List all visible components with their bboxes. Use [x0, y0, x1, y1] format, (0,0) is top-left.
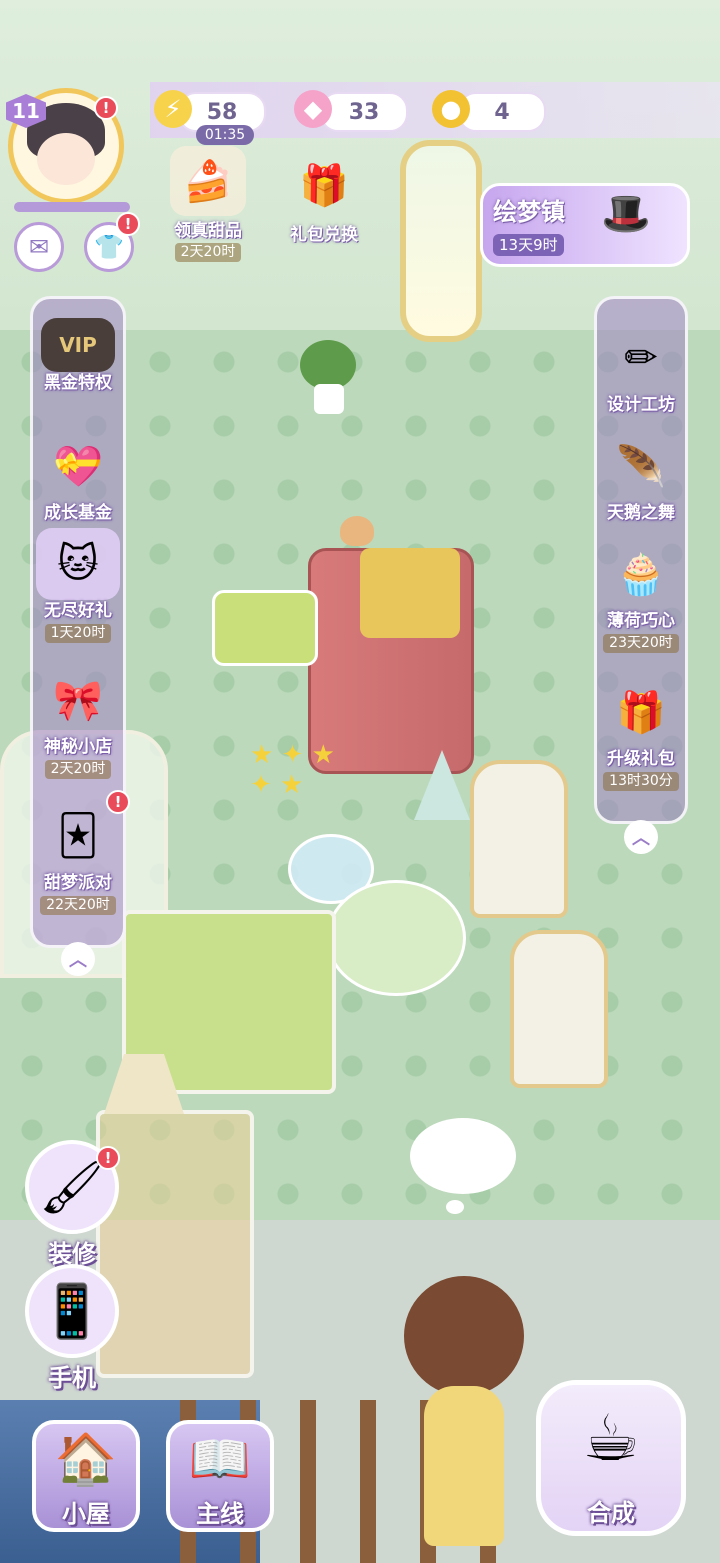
event-gift-label: 礼包兑换 [290, 225, 358, 245]
main-quest-label: 主线 [196, 1500, 244, 1528]
mint-chocolate-label: 薄荷巧心 [607, 611, 675, 631]
teacup-icon: ☕ [582, 1402, 640, 1476]
endless-gift-timer: 1天20时 [44, 624, 112, 643]
energy-timer: 01:35 [196, 125, 254, 145]
phone-label: 手机 [48, 1364, 96, 1392]
sweet-dream-party[interactable]: 🃏 甜梦派对 22天20时 [22, 800, 134, 915]
main-quest-button[interactable]: 📖 主线 [166, 1420, 274, 1532]
merge-button[interactable]: ☕ 合成 [536, 1380, 686, 1536]
ruler-pencil-icon: ✏ [624, 335, 658, 381]
witch-hat-icon: 🎩 [601, 191, 651, 237]
white-chair[interactable] [510, 930, 608, 1088]
mint-chocolate[interactable]: 🧁 薄荷巧心 23天20时 [585, 538, 697, 653]
potted-plant[interactable] [300, 340, 356, 390]
wardrobe-alert-dot: ! [116, 212, 140, 236]
vip-badge-text: VIP [59, 333, 97, 357]
player-character[interactable] [404, 1276, 524, 1556]
avatar-alert-dot: ! [94, 96, 118, 120]
cake-icon: 🍰 [170, 146, 246, 216]
mystery-shop[interactable]: 🎀 神秘小店 2天20时 [22, 664, 134, 779]
dream-town-title: 绘梦镇 [493, 198, 565, 226]
mystery-shop-timer: 2天20时 [44, 760, 112, 779]
character-dress [424, 1386, 504, 1546]
coin-value: 4 [494, 99, 510, 125]
gem-icon: ◆ [294, 90, 332, 128]
treasure-gift-icon: 💝 [53, 443, 103, 490]
event-dessert-timer: 2天20时 [174, 243, 242, 262]
cat-gift-icon: 🐱 [36, 528, 120, 600]
event-gift-redeem[interactable]: 🎁 礼包兑换 [274, 150, 374, 246]
mail-button[interactable]: ✉ [14, 222, 64, 272]
growth-fund-label: 成长基金 [44, 503, 112, 523]
house-label: 小屋 [62, 1500, 110, 1528]
upgrade-gift-label: 升级礼包 [607, 749, 675, 769]
round-tea-table[interactable] [326, 880, 466, 996]
upgrade-gift-icon: 🎁 [616, 689, 666, 736]
energy-value: 58 [206, 99, 238, 125]
chocolate-cake-icon: 🧁 [616, 551, 666, 598]
event-dessert-label: 领真甜品 [174, 221, 242, 241]
event-dessert[interactable]: 🍰 领真甜品 2天20时 [158, 146, 258, 262]
vip-privilege[interactable]: VIP 黑金特权 [22, 318, 134, 394]
plant-pot [314, 384, 344, 414]
mystery-shop-label: 神秘小店 [44, 737, 112, 757]
lightning-icon: ⚡ [154, 90, 192, 128]
shirt-icon: 👕 [94, 233, 124, 261]
standing-mirror[interactable] [400, 140, 482, 342]
dream-town-banner[interactable]: 绘梦镇 13天9时 🎩 [480, 183, 690, 267]
party-alert-dot: ! [106, 790, 130, 814]
party-cards-icon: 🃏 [57, 813, 99, 859]
upgrade-gift-pack[interactable]: 🎁 升级礼包 13时30分 [585, 676, 697, 791]
house-button[interactable]: 🏠 小屋 [32, 1420, 140, 1532]
endless-gift[interactable]: 🐱 无尽好礼 1天20时 [22, 528, 134, 643]
gem-counter[interactable]: 33 [320, 92, 408, 132]
character-hair [404, 1276, 524, 1396]
design-workshop-label: 设计工坊 [607, 395, 675, 415]
merge-label: 合成 [587, 1499, 635, 1527]
envelope-icon: ✉ [28, 233, 50, 261]
house-icon: 🏠 [54, 1429, 118, 1488]
xp-bar [14, 202, 130, 212]
phone-icon: 📱 [25, 1264, 119, 1358]
swan-dance[interactable]: 🪶 天鹅之舞 [585, 430, 697, 524]
thought-bubble[interactable] [410, 1118, 516, 1194]
phone-button[interactable]: 📱 手机 [22, 1264, 122, 1393]
vip-card-icon: VIP [41, 318, 115, 372]
green-side-table[interactable] [212, 590, 318, 666]
mint-chocolate-timer: 23天20时 [603, 634, 679, 653]
sparkle-stars: ★ ✦ ★ ✦ ★ [250, 740, 335, 800]
decorate-alert-dot: ! [96, 1146, 120, 1170]
gem-value: 33 [348, 99, 380, 125]
thought-bubble-dot [446, 1200, 464, 1214]
coin-icon: ● [432, 90, 470, 128]
avatar-face [37, 133, 95, 185]
dream-town-timer: 13天9时 [493, 234, 564, 256]
right-panel-collapse-button[interactable]: ︿ [624, 820, 658, 854]
feather-icon: 🪶 [616, 443, 666, 490]
growth-fund[interactable]: 💝 成长基金 [22, 430, 134, 524]
design-workshop[interactable]: ✏ 设计工坊 [585, 322, 697, 416]
vip-label: 黑金特权 [44, 373, 112, 393]
book-quill-icon: 📖 [188, 1429, 252, 1488]
upgrade-gift-timer: 13时30分 [603, 772, 679, 791]
swan-dance-label: 天鹅之舞 [607, 503, 675, 523]
coin-counter[interactable]: 4 [458, 92, 546, 132]
fridge-cloth [360, 548, 460, 638]
mystery-box-icon: 🎀 [53, 677, 103, 724]
gift-icon: 🎁 [299, 162, 349, 209]
cat-sprite[interactable] [340, 516, 374, 546]
endless-gift-label: 无尽好礼 [44, 601, 112, 621]
sweet-dream-party-timer: 22天20时 [40, 896, 116, 915]
white-chair[interactable] [470, 760, 568, 918]
left-panel-collapse-button[interactable]: ︿ [61, 942, 95, 976]
sweet-dream-party-label: 甜梦派对 [44, 873, 112, 893]
